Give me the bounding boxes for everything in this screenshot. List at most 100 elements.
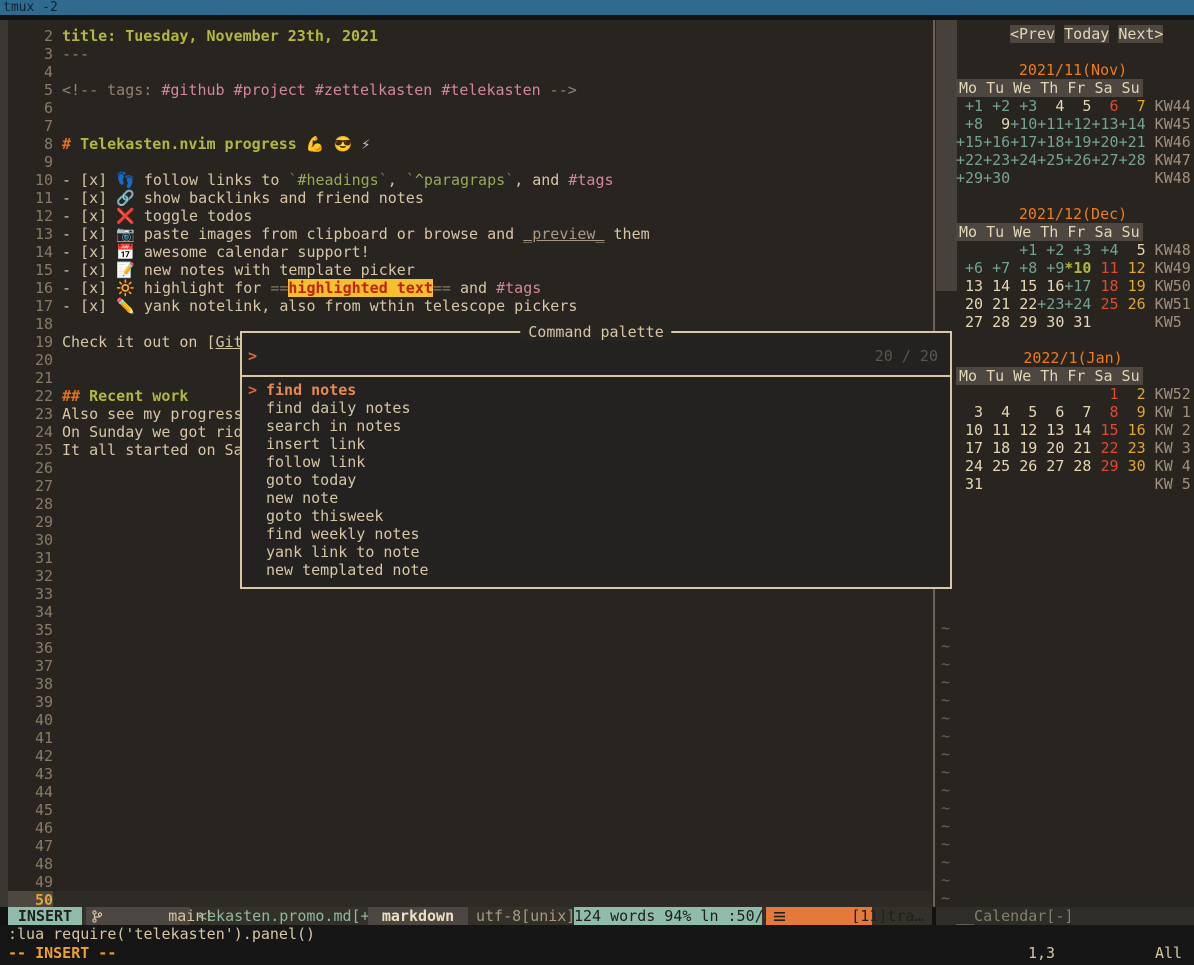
calendar-day[interactable]: 14 xyxy=(983,277,1010,295)
calendar-day[interactable]: 28 xyxy=(1064,457,1091,475)
palette-item[interactable]: yank link to note xyxy=(242,543,950,561)
palette-item[interactable]: find weekly notes xyxy=(242,525,950,543)
editor-line[interactable]: 41 xyxy=(8,729,62,747)
editor-line[interactable]: 47 xyxy=(8,837,62,855)
calendar-day[interactable]: 5 xyxy=(1064,97,1091,115)
calendar-day[interactable]: +23 xyxy=(1037,295,1064,313)
calendar-day[interactable]: +6 xyxy=(956,259,983,277)
calendar-day[interactable]: +26 xyxy=(1064,151,1091,169)
palette-item[interactable]: >find notes xyxy=(242,381,950,399)
palette-item[interactable]: insert link xyxy=(242,435,950,453)
calendar-day[interactable]: 29 xyxy=(1091,457,1118,475)
palette-item[interactable]: find daily notes xyxy=(242,399,950,417)
calendar-day[interactable]: 21 xyxy=(1064,439,1091,457)
editor-line[interactable]: 35 xyxy=(8,621,62,639)
editor-line[interactable]: 22## Recent work xyxy=(8,387,188,405)
calendar-day[interactable]: +7 xyxy=(983,259,1010,277)
calendar-day[interactable]: +29 xyxy=(956,169,983,187)
editor-line[interactable]: 7 xyxy=(8,117,62,135)
calendar-day[interactable]: +24 xyxy=(1064,295,1091,313)
calendar-day[interactable]: +22 xyxy=(956,151,983,169)
calendar-day[interactable]: 20 xyxy=(1037,439,1064,457)
calendar-day[interactable]: +3 xyxy=(1010,97,1037,115)
editor-line[interactable]: 49 xyxy=(8,873,62,891)
calendar-day[interactable]: +21 xyxy=(1119,133,1146,151)
calendar-day[interactable]: 17 xyxy=(956,439,983,457)
editor-line[interactable]: 45 xyxy=(8,801,62,819)
calendar-day[interactable]: 13 xyxy=(1037,421,1064,439)
calendar-day[interactable]: 22 xyxy=(1010,295,1037,313)
calendar-day[interactable]: 12 xyxy=(1119,259,1146,277)
calendar-day[interactable]: +17 xyxy=(1064,277,1091,295)
calendar-day[interactable]: 11 xyxy=(1091,259,1118,277)
calendar-day[interactable]: +19 xyxy=(1064,133,1091,151)
tabs-segment[interactable]: [11]tra… xyxy=(766,907,872,925)
calendar-day[interactable]: 6 xyxy=(1091,97,1118,115)
calendar-day[interactable]: +3 xyxy=(1064,241,1091,259)
calendar-day[interactable]: +20 xyxy=(1091,133,1118,151)
editor-line[interactable]: 2title: Tuesday, November 23th, 2021 xyxy=(8,27,378,45)
editor-line[interactable]: 30 xyxy=(8,531,62,549)
calendar-day[interactable]: 18 xyxy=(1091,277,1118,295)
calendar-day[interactable]: 19 xyxy=(1010,439,1037,457)
calendar-day[interactable]: +15 xyxy=(956,133,983,151)
calendar-day[interactable]: 9 xyxy=(1119,403,1146,421)
editor-line[interactable]: 16- [x] 🔆 highlight for ==highlighted te… xyxy=(8,279,541,297)
calendar-day[interactable]: +25 xyxy=(1037,151,1064,169)
palette-item[interactable]: follow link xyxy=(242,453,950,471)
calendar-day[interactable]: +12 xyxy=(1064,115,1091,133)
editor-line[interactable]: 36 xyxy=(8,639,62,657)
calendar-day[interactable]: 3 xyxy=(956,403,983,421)
editor-line[interactable]: 31 xyxy=(8,549,62,567)
editor-line[interactable]: 37 xyxy=(8,657,62,675)
editor-line[interactable]: 27 xyxy=(8,477,62,495)
filename-segment[interactable]: <ekasten.promo.md[+] xyxy=(198,907,379,925)
palette-item[interactable]: new note xyxy=(242,489,950,507)
calendar-day[interactable]: 21 xyxy=(983,295,1010,313)
calendar-day[interactable]: +30 xyxy=(983,169,1010,187)
palette-item[interactable]: new templated note xyxy=(242,561,950,579)
calendar-day[interactable]: 2 xyxy=(1119,385,1146,403)
editor-line[interactable]: 48 xyxy=(8,855,62,873)
palette-item[interactable]: goto today xyxy=(242,471,950,489)
calendar-day[interactable]: +14 xyxy=(1119,115,1146,133)
calendar-day[interactable]: 27 xyxy=(1037,457,1064,475)
calendar-day[interactable]: 30 xyxy=(1119,457,1146,475)
palette-item[interactable]: goto thisweek xyxy=(242,507,950,525)
editor-line[interactable]: 14- [x] 📅 awesome calendar support! xyxy=(8,243,370,261)
calendar-day[interactable]: 23 xyxy=(1119,439,1146,457)
git-branch-segment[interactable]: main! xyxy=(86,907,190,925)
editor-line[interactable]: 24On Sunday we got rid xyxy=(8,423,243,441)
calendar-day[interactable]: 26 xyxy=(1119,295,1146,313)
calendar-day[interactable]: +9 xyxy=(1037,259,1064,277)
calendar-day[interactable]: 26 xyxy=(1010,457,1037,475)
calendar-day[interactable]: +16 xyxy=(983,133,1010,151)
editor-line[interactable]: 17- [x] ✏️ yank notelink, also from wthi… xyxy=(8,297,577,315)
editor-line[interactable]: 28 xyxy=(8,495,62,513)
editor-line[interactable]: 20 xyxy=(8,351,62,369)
calendar-day[interactable]: +4 xyxy=(1091,241,1118,259)
calendar-day[interactable]: 15 xyxy=(1091,421,1118,439)
calendar-day[interactable]: 6 xyxy=(1037,403,1064,421)
editor-line[interactable]: 9 xyxy=(8,153,62,171)
editor-line[interactable]: 23Also see my progress xyxy=(8,405,243,423)
command-palette-prompt[interactable]: > 20 / 20 xyxy=(242,333,950,377)
editor-line[interactable]: 12- [x] ❌ toggle todos xyxy=(8,207,252,225)
calendar-day[interactable]: 5 xyxy=(1119,241,1146,259)
editor-line[interactable]: 19Check it out on [Git xyxy=(8,333,243,351)
calendar-prev-button[interactable]: <Prev xyxy=(1010,25,1055,43)
calendar-day[interactable]: 4 xyxy=(983,403,1010,421)
calendar-day[interactable]: 29 xyxy=(1010,313,1037,331)
calendar-day[interactable]: +10 xyxy=(1010,115,1037,133)
command-line[interactable]: :lua require('telekasten').panel() xyxy=(0,925,1194,944)
calendar-day[interactable]: +8 xyxy=(956,115,983,133)
editor-line[interactable]: 25It all started on Sa xyxy=(8,441,243,459)
calendar-day[interactable]: +23 xyxy=(983,151,1010,169)
calendar-day[interactable]: 9 xyxy=(983,115,1010,133)
editor-line[interactable]: 42 xyxy=(8,747,62,765)
editor-line[interactable]: 21 xyxy=(8,369,62,387)
calendar-day[interactable]: 30 xyxy=(1037,313,1064,331)
calendar-day[interactable]: +27 xyxy=(1091,151,1118,169)
calendar-day[interactable]: 8 xyxy=(1091,403,1118,421)
editor-line[interactable]: 3--- xyxy=(8,45,89,63)
